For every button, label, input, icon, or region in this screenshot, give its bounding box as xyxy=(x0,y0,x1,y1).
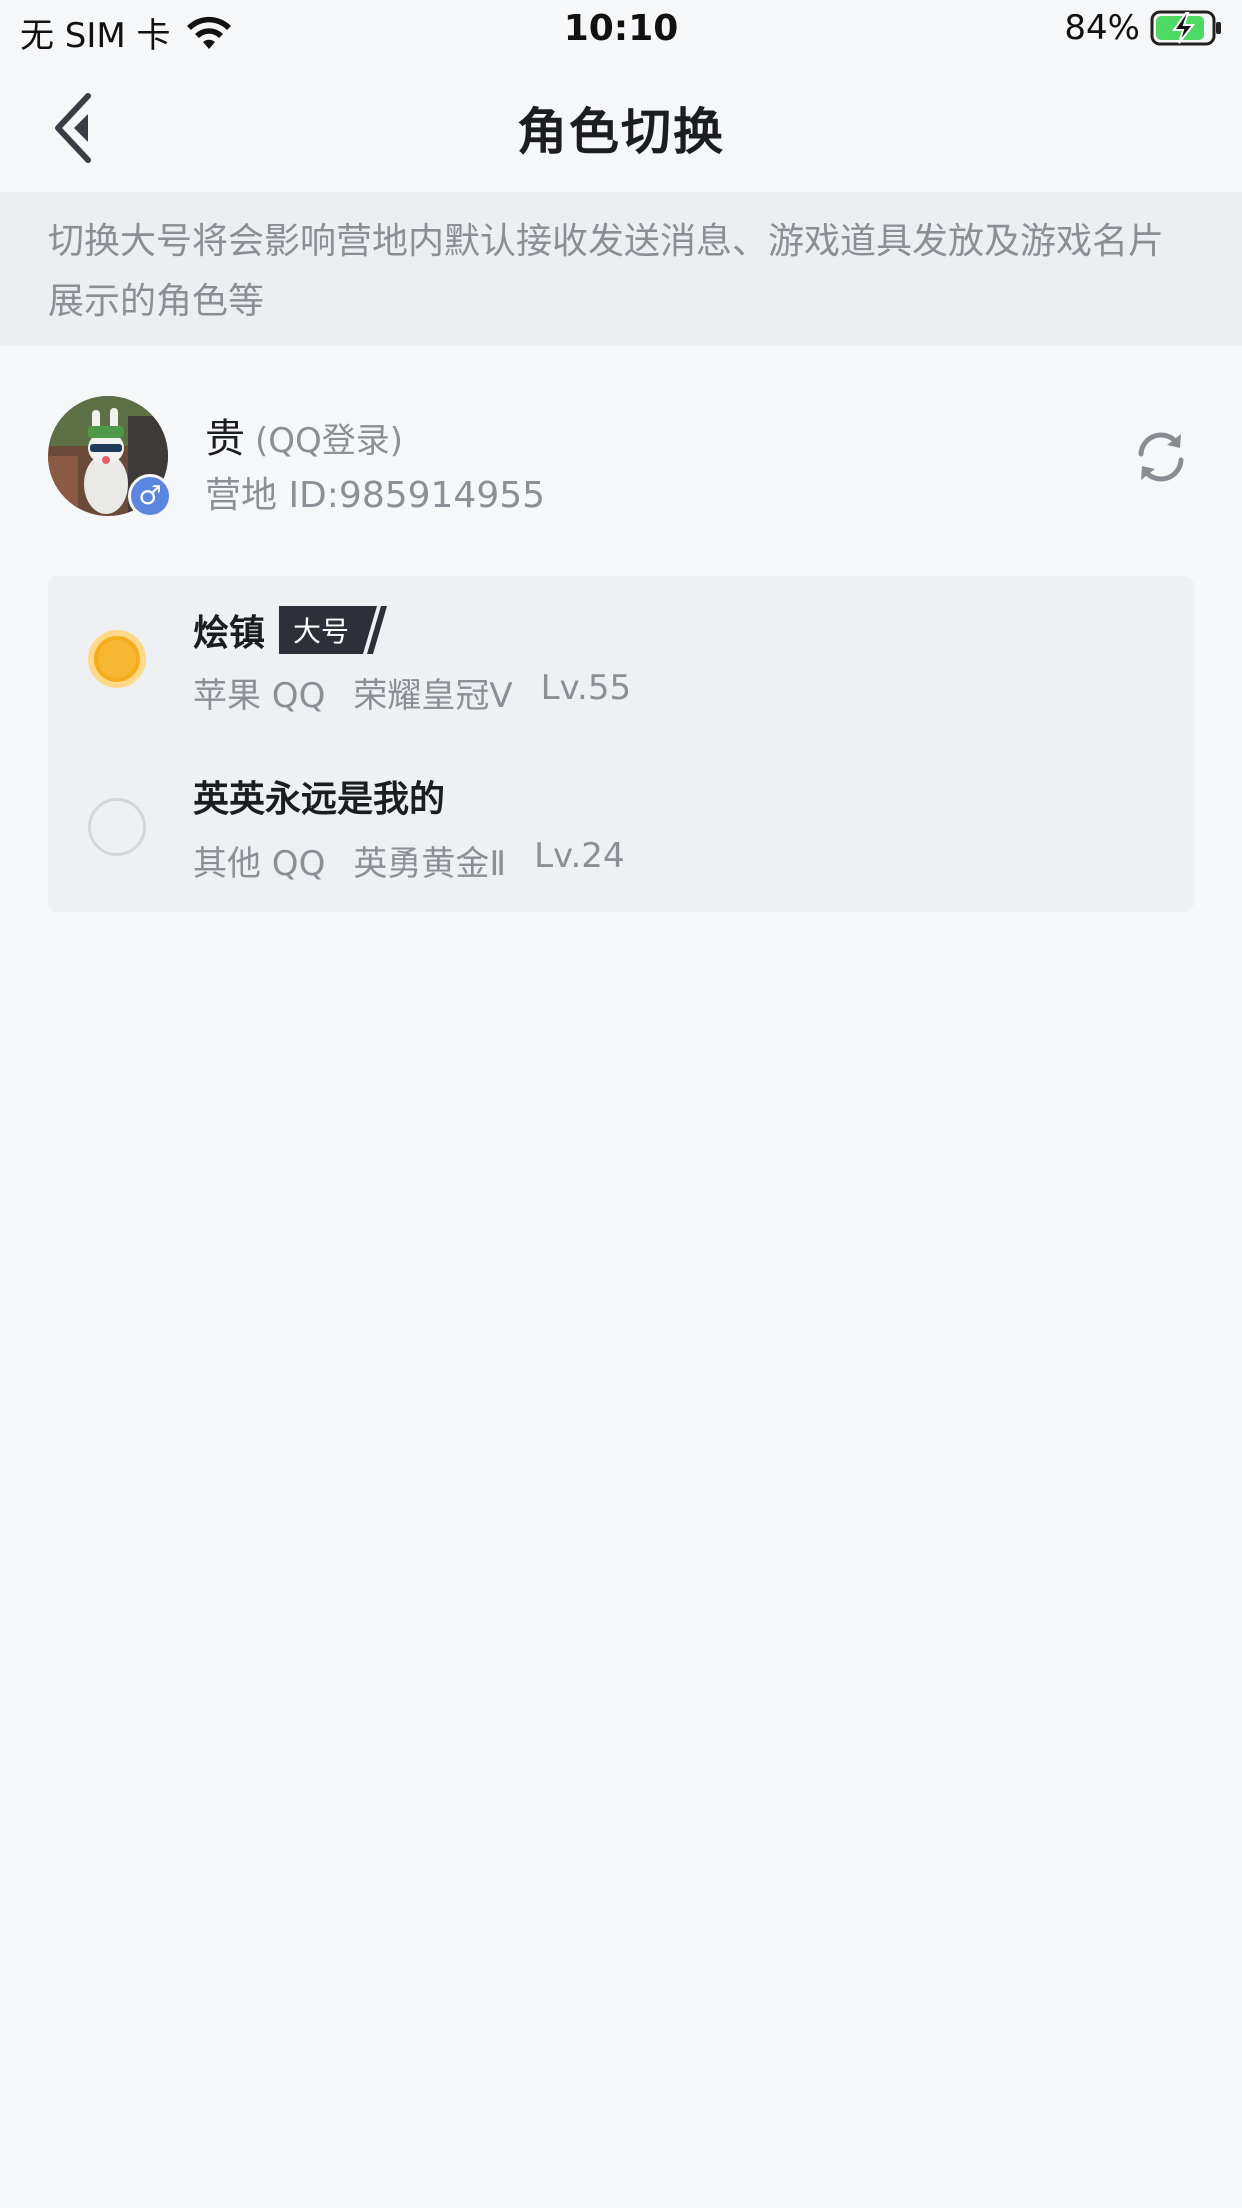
login-type: (QQ登录) xyxy=(255,421,404,461)
role-item[interactable]: 烩镇 大号 苹果 QQ 荣耀皇冠Ⅴ Lv.55 xyxy=(48,576,1194,744)
nav-bar: 角色切换 xyxy=(0,64,1242,190)
role-rank: 英勇黄金Ⅱ xyxy=(353,844,507,884)
role-name-row: 英英永远是我的 xyxy=(193,770,445,822)
status-bar: 无 SIM 卡 10:10 84% xyxy=(0,0,1242,64)
status-time: 10:10 xyxy=(563,8,679,49)
notice-banner: 切换大号将会影响营地内默认接收发送消息、游戏道具发放及游戏名片展示的角色等 xyxy=(0,192,1242,346)
battery-charging-icon xyxy=(1150,10,1221,46)
profile-name-row: 贵 (QQ登录) xyxy=(205,406,403,464)
profile-name: 贵 xyxy=(205,416,245,462)
role-name: 烩镇 xyxy=(193,613,266,654)
role-platform: 其他 QQ xyxy=(193,844,326,884)
role-level: Lv.24 xyxy=(534,836,625,876)
camp-id: 营地 ID:985914955 xyxy=(205,475,546,516)
role-name-row: 烩镇 大号 xyxy=(193,604,389,656)
main-account-badge-label: 大号 xyxy=(279,606,364,654)
gender-male-icon: ♂ xyxy=(128,474,172,518)
role-name: 英英永远是我的 xyxy=(193,779,446,820)
main-account-badge: 大号 xyxy=(279,606,389,654)
role-rank: 荣耀皇冠Ⅴ xyxy=(353,676,513,716)
avatar[interactable]: ♂ xyxy=(48,396,172,518)
notice-text: 切换大号将会影响营地内默认接收发送消息、游戏道具发放及游戏名片展示的角色等 xyxy=(48,221,1165,322)
role-item[interactable]: 英英永远是我的 其他 QQ 英勇黄金Ⅱ Lv.24 xyxy=(48,744,1194,912)
role-level: Lv.55 xyxy=(540,668,632,708)
battery-percent: 84% xyxy=(1064,8,1140,48)
account-profile: ♂ 贵 (QQ登录) 营地 ID:985914955 xyxy=(0,346,1242,566)
role-detail: 苹果 QQ 荣耀皇冠Ⅴ Lv.55 xyxy=(193,668,631,717)
status-right: 84% xyxy=(1064,8,1224,48)
role-list: 烩镇 大号 苹果 QQ 荣耀皇冠Ⅴ Lv.55 英英永远是我的 其他 QQ 英勇… xyxy=(48,576,1194,912)
refresh-icon[interactable] xyxy=(1130,426,1192,488)
badge-slash-decoration xyxy=(363,606,388,654)
page-title: 角色切换 xyxy=(517,103,725,161)
radio-unselected[interactable] xyxy=(88,798,146,856)
role-platform: 苹果 QQ xyxy=(193,676,326,716)
role-detail: 其他 QQ 英勇黄金Ⅱ Lv.24 xyxy=(193,836,625,885)
radio-selected[interactable] xyxy=(88,630,146,688)
